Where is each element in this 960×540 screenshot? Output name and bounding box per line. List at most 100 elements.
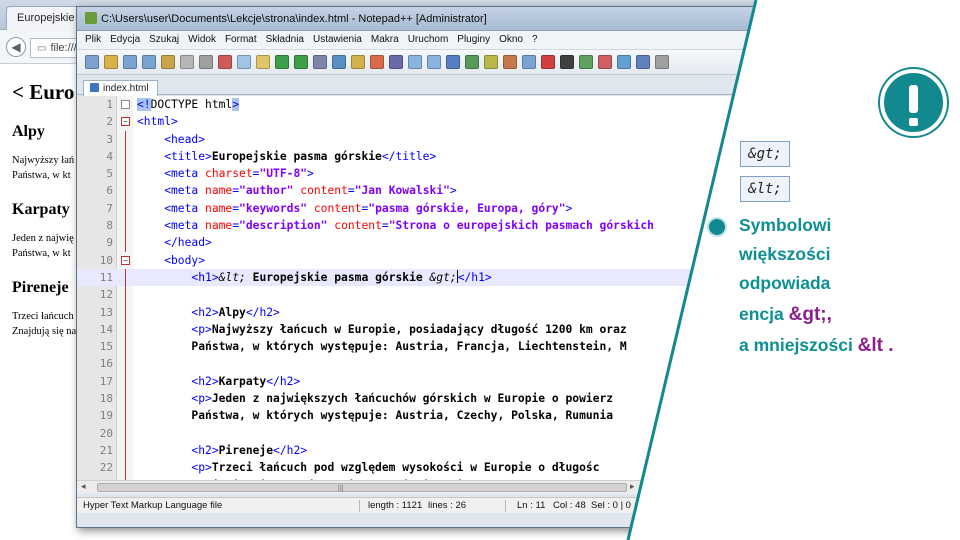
menu-item[interactable]: Składnia xyxy=(266,34,304,45)
code-token: <h2> xyxy=(137,374,219,388)
toolbar-button-icon[interactable] xyxy=(85,55,99,69)
line-code: <p>Jeden z największych łańcuchów górski… xyxy=(137,390,613,407)
toolbar-button-icon[interactable] xyxy=(465,55,479,69)
horizontal-scrollbar[interactable]: ◂ ||| ▸ xyxy=(77,480,775,494)
code-line[interactable]: 5 <meta charset="UTF-8"> xyxy=(77,165,775,183)
line-number: 10 xyxy=(99,253,113,267)
code-line[interactable]: 11 <h1>&lt; Europejskie pasma górskie &g… xyxy=(77,268,775,287)
code-line[interactable]: 13 <h2>Alpy</h2> xyxy=(77,303,775,321)
scroll-left-icon[interactable]: ◂ xyxy=(81,481,86,492)
line-code: <meta charset="UTF-8"> xyxy=(137,165,314,182)
status-lines: lines : 26 xyxy=(428,500,467,511)
toolbar-button-icon[interactable] xyxy=(199,55,213,69)
scroll-right-icon[interactable]: ▸ xyxy=(630,481,635,492)
scrollbar-thumb[interactable]: ||| xyxy=(97,483,627,492)
file-tab-index[interactable]: index.html xyxy=(83,80,158,97)
toolbar-button-icon[interactable] xyxy=(522,55,536,69)
toolbar-button-icon[interactable] xyxy=(104,55,118,69)
code-line[interactable]: 6 <meta name="author" content="Jan Kowal… xyxy=(77,182,775,200)
menu-item[interactable]: Szukaj xyxy=(149,34,179,45)
toolbar-button-icon[interactable] xyxy=(579,55,593,69)
toolbar-button-icon[interactable] xyxy=(256,55,270,69)
code-line[interactable]: 7 <meta name="keywords" content="pasma g… xyxy=(77,199,775,218)
code-line[interactable]: 22 <p>Trzeci łańcuch pod względem wysoko… xyxy=(77,459,775,477)
menu-item[interactable]: Makra xyxy=(371,34,399,45)
status-language: Hyper Text Markup Language file xyxy=(83,500,223,511)
toolbar-button-icon[interactable] xyxy=(180,55,194,69)
toolbar-button-icon[interactable] xyxy=(351,55,365,69)
menu-item[interactable]: Format xyxy=(225,34,257,45)
menu-item[interactable]: Widok xyxy=(188,34,216,45)
menu-item[interactable]: Ustawienia xyxy=(313,34,362,45)
toolbar-button-icon[interactable] xyxy=(313,55,327,69)
code-line[interactable]: 1 <!DOCTYPE html> xyxy=(77,96,775,113)
menu-item[interactable]: Edycja xyxy=(110,34,140,45)
toolbar-button-icon[interactable] xyxy=(446,55,460,69)
toolbar-button-icon[interactable] xyxy=(370,55,384,69)
line-number: 9 xyxy=(106,236,113,250)
toolbar-button-icon[interactable] xyxy=(655,55,669,69)
code-line[interactable]: 2− <html> xyxy=(77,113,775,130)
slide-entity-lt: &lt xyxy=(857,335,883,356)
menu-item[interactable]: Pluginy xyxy=(457,34,490,45)
code-token: DOCTYPE html xyxy=(150,98,233,111)
code-line[interactable]: 17 <h2>Karpaty</h2> xyxy=(77,372,775,391)
address-text: file:/// xyxy=(50,42,77,54)
toolbar-button-icon[interactable] xyxy=(218,55,232,69)
toolbar-button-icon[interactable] xyxy=(408,55,422,69)
fold-toggle-icon[interactable] xyxy=(121,100,130,109)
back-button[interactable]: ◀ xyxy=(6,37,26,57)
fold-toggle-icon[interactable]: − xyxy=(121,117,130,127)
code-editor[interactable]: 1 <!DOCTYPE html> 2− <html> 3 <head> 4 <title… xyxy=(77,96,775,480)
code-token: <body> xyxy=(137,253,206,267)
menu-item[interactable]: ? xyxy=(532,34,538,45)
toolbar-button-icon[interactable] xyxy=(275,55,289,69)
code-token: <h2> xyxy=(137,305,219,319)
menu-item[interactable]: Uruchom xyxy=(408,34,449,45)
fold-guide xyxy=(125,424,126,442)
toolbar-button-icon[interactable] xyxy=(560,55,574,69)
toolbar-button-icon[interactable] xyxy=(237,55,251,69)
preview-line: Państwa, w kt xyxy=(12,170,71,181)
file-tab-label: index.html xyxy=(103,83,149,94)
code-token: <p> xyxy=(137,322,212,336)
line-code: <meta name="author" content="Jan Kowalsk… xyxy=(137,182,457,199)
toolbar-button-icon[interactable] xyxy=(598,55,612,69)
code-token: "pasma górskie, Europa, góry" xyxy=(368,201,566,215)
code-token: charset xyxy=(205,167,253,181)
code-token: "author" xyxy=(239,184,294,198)
toolbar-button-icon[interactable] xyxy=(123,55,137,69)
code-token: > xyxy=(232,98,240,111)
toolbar-button-icon[interactable] xyxy=(541,55,555,69)
toolbar-button-icon[interactable] xyxy=(294,55,308,69)
window-titlebar[interactable]: C:\Users\user\Documents\Lekcje\strona\in… xyxy=(77,7,775,31)
fold-toggle-icon[interactable]: − xyxy=(121,255,130,265)
code-line[interactable]: 20 xyxy=(77,424,775,442)
code-line[interactable]: 10− <body> xyxy=(77,252,775,269)
toolbar-button-icon[interactable] xyxy=(332,55,346,69)
menu-item[interactable]: Plik xyxy=(85,34,101,45)
toolbar-button-icon[interactable] xyxy=(389,55,403,69)
code-line[interactable]: 18 <p>Jeden z największych łańcuchów gór… xyxy=(77,390,775,408)
code-line[interactable]: 4 <title>Europejskie pasma górskie</titl… xyxy=(77,147,775,166)
code-line[interactable]: 9 </head> xyxy=(77,234,775,252)
toolbar-button-icon[interactable] xyxy=(636,55,650,69)
code-line[interactable]: 21 <h2>Pireneje</h2> xyxy=(77,441,775,460)
code-line[interactable]: 8 <meta name="description" content="Stro… xyxy=(77,217,775,235)
code-line[interactable]: 14 <p>Najwyższy łańcuch w Europie, posia… xyxy=(77,320,775,339)
toolbar-button-icon[interactable] xyxy=(503,55,517,69)
code-line[interactable]: 12 xyxy=(77,286,775,304)
code-line[interactable]: 19 Państwa, w których występuje: Austria… xyxy=(77,407,775,425)
fold-guide xyxy=(125,286,126,304)
toolbar-button-icon[interactable] xyxy=(142,55,156,69)
toolbar-button-icon[interactable] xyxy=(617,55,631,69)
menu-item[interactable]: Okno xyxy=(499,34,523,45)
code-line[interactable]: 16 xyxy=(77,355,775,373)
code-line[interactable]: 15 Państwa, w których występuje: Austria… xyxy=(77,338,775,356)
toolbar xyxy=(77,49,775,75)
toolbar-button-icon[interactable] xyxy=(161,55,175,69)
code-token: Państwa, w których występuje: Austria, C… xyxy=(137,409,614,423)
toolbar-button-icon[interactable] xyxy=(484,55,498,69)
toolbar-button-icon[interactable] xyxy=(427,55,441,69)
code-line[interactable]: 3 <head> xyxy=(77,130,775,148)
